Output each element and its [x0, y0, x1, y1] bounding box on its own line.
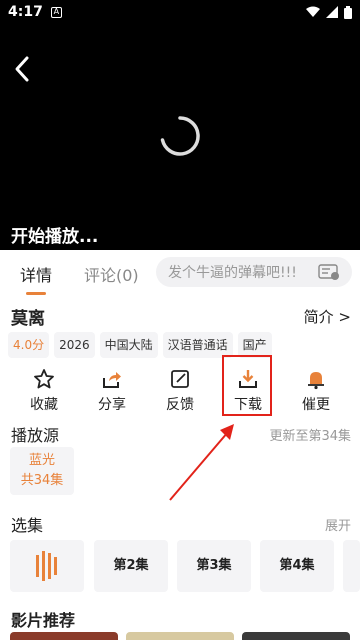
- video-player[interactable]: 开始播放...: [0, 24, 360, 250]
- danmu-input[interactable]: 发个牛逼的弹幕吧!!!: [156, 257, 352, 287]
- intro-link[interactable]: 简介 >: [304, 306, 351, 327]
- show-title: 莫离: [11, 309, 45, 329]
- title-row: 莫离 简介 >: [11, 304, 351, 329]
- start-playing-text: 开始播放...: [11, 227, 99, 247]
- action-bar: 收藏 分享 反馈 下载 催更: [0, 364, 360, 418]
- recommend-title: 影片推荐: [11, 611, 76, 630]
- episode-item[interactable]: 第3集: [177, 540, 251, 592]
- tag-year: 2026: [54, 332, 95, 358]
- expand-link[interactable]: 展开: [325, 515, 351, 534]
- episode-list: 第2集 第3集 第4集: [10, 540, 360, 592]
- episodes-title: 选集: [11, 516, 44, 535]
- playing-bars-icon: [36, 551, 57, 581]
- feedback-label: 反馈: [166, 397, 194, 413]
- edit-icon: [171, 370, 189, 388]
- content-tabs: 详情 评论(0) 发个牛逼的弹幕吧!!!: [0, 250, 360, 295]
- recommend-list: [0, 632, 360, 640]
- status-time: 4:17: [8, 4, 43, 20]
- bell-icon: [308, 372, 324, 390]
- battery-icon: [344, 5, 352, 19]
- share-button[interactable]: 分享: [82, 364, 142, 418]
- notification-icon: A: [50, 6, 62, 18]
- signal-icon: [326, 6, 338, 18]
- favorite-label: 收藏: [30, 397, 58, 413]
- tab-detail[interactable]: 详情: [20, 262, 52, 286]
- wifi-icon: [306, 6, 320, 17]
- loading-spinner-icon: [160, 116, 200, 156]
- download-highlight-box: [222, 355, 272, 416]
- episode-item[interactable]: 第4集: [260, 540, 334, 592]
- episode-item-partial[interactable]: [343, 540, 360, 592]
- recommend-thumb[interactable]: [242, 632, 350, 640]
- source-card-name: 蓝光: [28, 453, 55, 468]
- back-arrow-icon[interactable]: [10, 54, 34, 84]
- recommend-thumb[interactable]: [126, 632, 234, 640]
- tag-region: 中国大陆: [99, 332, 158, 358]
- urge-update-label: 催更: [302, 397, 330, 413]
- tag-score: 4.0分: [8, 332, 50, 358]
- danmu-toggle-icon[interactable]: [318, 264, 340, 280]
- share-label: 分享: [98, 397, 126, 413]
- update-status: 更新至第34集: [269, 428, 351, 444]
- tab-comment[interactable]: 评论(0): [84, 262, 139, 286]
- source-card-bluray[interactable]: 蓝光 共34集: [10, 447, 74, 495]
- source-card-count: 共34集: [20, 473, 64, 488]
- episode-item[interactable]: 第2集: [94, 540, 168, 592]
- source-title: 播放源: [11, 426, 60, 445]
- danmu-placeholder: 发个牛逼的弹幕吧!!!: [168, 265, 297, 281]
- share-icon: [103, 372, 121, 388]
- star-icon: [34, 369, 54, 389]
- episodes-row: 选集 展开: [11, 512, 351, 536]
- source-row: 播放源 更新至第34集: [11, 422, 351, 446]
- tab-active-indicator: [26, 292, 46, 295]
- recommend-thumb[interactable]: [10, 632, 118, 640]
- feedback-button[interactable]: 反馈: [150, 364, 210, 418]
- favorite-button[interactable]: 收藏: [14, 364, 74, 418]
- episode-playing[interactable]: [10, 540, 84, 592]
- urge-update-button[interactable]: 催更: [286, 364, 346, 418]
- status-bar: 4:17 A: [0, 0, 360, 24]
